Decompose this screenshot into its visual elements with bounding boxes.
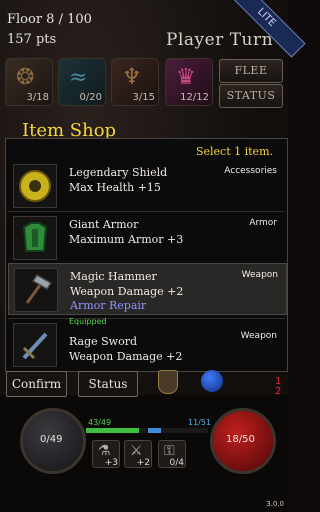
item-icon-frame bbox=[13, 323, 57, 367]
item-name: Giant Armor bbox=[69, 218, 139, 231]
item-name: Magic Hammer bbox=[70, 270, 157, 283]
armor-icon bbox=[22, 222, 48, 252]
skill-slot-4[interactable]: ♛ 12/12 bbox=[165, 58, 213, 106]
item-icon-frame bbox=[14, 268, 58, 312]
skill-count: 3/18 bbox=[26, 92, 49, 103]
item-stat: Weapon Damage +2 bbox=[69, 350, 183, 363]
item-extra-effect: Armor Repair bbox=[70, 299, 147, 312]
armor-value: 0/49 bbox=[40, 434, 63, 445]
confirm-button[interactable]: Confirm bbox=[6, 371, 67, 397]
equipped-tag: Equipped bbox=[69, 317, 107, 326]
key-icon: ⚿ bbox=[164, 443, 175, 459]
skill-slot-3[interactable]: ♆ 3/15 bbox=[111, 58, 159, 106]
flee-button[interactable]: FLEE bbox=[219, 59, 283, 83]
inventory-slot-key[interactable]: ⚿ 0/4 bbox=[158, 440, 186, 468]
skill-slot-1[interactable]: ❂ 3/18 bbox=[5, 58, 53, 106]
points-label: 157 pts bbox=[7, 32, 57, 47]
shop-item-magic-hammer[interactable]: Magic Hammer Weapon Damage +2 Armor Repa… bbox=[8, 263, 287, 315]
item-category: Weapon bbox=[241, 270, 278, 280]
mage-icon: ♛ bbox=[176, 65, 196, 90]
xp-left-fill bbox=[86, 428, 139, 433]
item-name: Rage Sword bbox=[69, 335, 138, 348]
slot-count: +3 bbox=[104, 458, 118, 468]
skill-count: 3/15 bbox=[132, 92, 155, 103]
slot-count: +2 bbox=[136, 458, 150, 468]
item-stat: Max Health +15 bbox=[69, 181, 161, 194]
select-hint: Select 1 item. bbox=[195, 145, 273, 158]
horn-icon: ♆ bbox=[122, 65, 142, 90]
shop-item-giant-armor[interactable]: Giant Armor Maximum Armor +3 Armor bbox=[8, 211, 285, 262]
potion-icon: ⚗ bbox=[98, 443, 111, 459]
rune-icon: ❂ bbox=[16, 65, 35, 90]
inventory-slot-sword[interactable]: ⚔ +2 bbox=[124, 440, 152, 468]
sword-slot-icon: ⚔ bbox=[130, 443, 143, 459]
shield-emblem-icon bbox=[158, 370, 178, 394]
slot-count: 0/4 bbox=[169, 458, 184, 468]
health-value: 18/50 bbox=[226, 434, 255, 445]
skill-slot-2[interactable]: ≈ 0/20 bbox=[58, 58, 106, 106]
sword-icon bbox=[22, 332, 48, 360]
wave-icon: ≈ bbox=[69, 65, 88, 90]
item-category: Accessories bbox=[224, 166, 277, 176]
inventory-slot-potion[interactable]: ⚗ +3 bbox=[92, 440, 120, 468]
skill-count: 0/20 bbox=[79, 92, 102, 103]
item-stat: Maximum Armor +3 bbox=[69, 233, 184, 246]
item-category: Armor bbox=[249, 218, 277, 228]
item-icon-frame bbox=[13, 164, 57, 208]
red-counter: 1 2 bbox=[275, 376, 282, 397]
status-button[interactable]: Status bbox=[78, 371, 138, 397]
item-name: Legendary Shield bbox=[69, 166, 168, 179]
xp-right-fill bbox=[148, 428, 162, 433]
item-icon-frame bbox=[13, 216, 57, 260]
shop-item-legendary-shield[interactable]: Legendary Shield Max Health +15 Accessor… bbox=[8, 160, 285, 210]
skill-count: 12/12 bbox=[180, 92, 209, 103]
shield-icon bbox=[19, 170, 51, 202]
xp-right-label: 11/51 bbox=[188, 418, 212, 427]
floor-label: Floor 8 / 100 bbox=[7, 12, 92, 27]
turn-label: Player Turn bbox=[166, 30, 274, 50]
xp-left-bar bbox=[86, 428, 146, 433]
status-side-button[interactable]: STATUS bbox=[219, 84, 283, 108]
item-category: Weapon bbox=[240, 331, 277, 341]
item-stat: Weapon Damage +2 bbox=[70, 285, 184, 298]
shop-item-rage-sword[interactable]: Equipped Rage Sword Weapon Damage +2 Wea… bbox=[8, 317, 285, 369]
version-label: 3.0.0 bbox=[266, 500, 284, 508]
xp-right-bar bbox=[148, 428, 208, 433]
mana-potion-icon[interactable] bbox=[201, 370, 223, 392]
xp-left-label: 43/49 bbox=[88, 418, 112, 427]
hammer-icon bbox=[25, 274, 53, 304]
